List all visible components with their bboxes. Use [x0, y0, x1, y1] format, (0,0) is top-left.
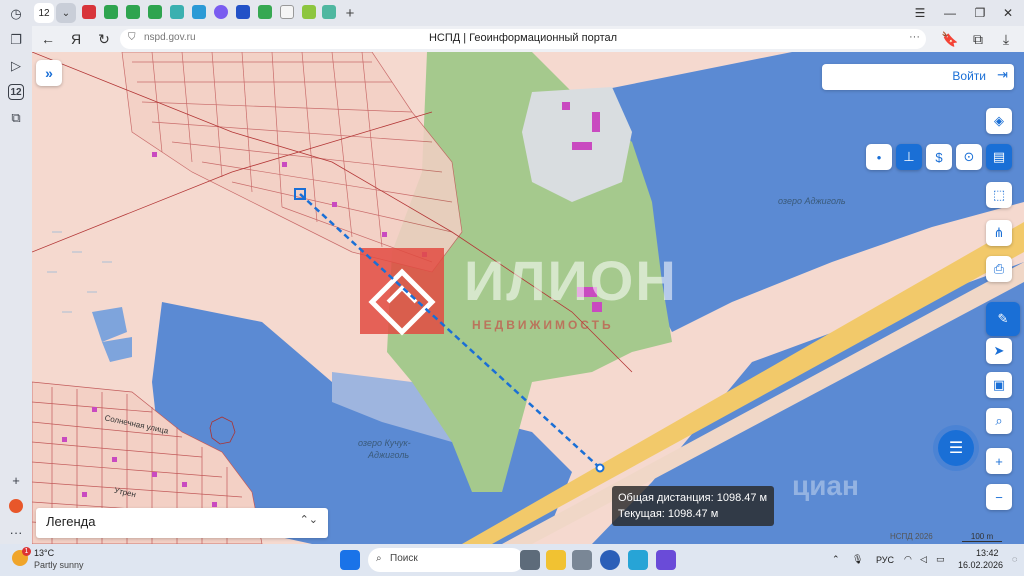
- play-icon[interactable]: ▷: [6, 56, 26, 76]
- search-location-icon[interactable]: ⌕: [986, 408, 1012, 434]
- tab-favicon[interactable]: [126, 5, 140, 19]
- tab-favicon[interactable]: [236, 5, 250, 19]
- login-label: Войти: [952, 69, 986, 83]
- tab-favicon[interactable]: [280, 5, 294, 19]
- profile-icon[interactable]: [6, 496, 26, 516]
- url-field[interactable]: ⛉ nspd.gov.ru НСПД | Геоинформационный п…: [120, 29, 926, 49]
- page-title: НСПД | Геоинформационный портал: [428, 32, 618, 44]
- screenshot-icon[interactable]: ⧉: [6, 108, 26, 128]
- tab-favicon[interactable]: [322, 5, 336, 19]
- print-icon[interactable]: ⎙: [986, 256, 1012, 282]
- screen: ◷ ❐ ▷ 12 ⧉ + ··· 12 ⌄ + ☰ — ❐ ✕ ← Я ↻ ⛉: [0, 0, 1024, 576]
- chat-icon[interactable]: ☰: [938, 430, 974, 466]
- area-measure-icon[interactable]: $: [926, 144, 952, 170]
- browser-sidebar: ◷ ❐ ▷ 12 ⧉ + ···: [0, 0, 32, 544]
- tab-count[interactable]: 12: [34, 3, 54, 23]
- distance-tooltip: Общая дистанция: 1098.47 м Текущая: 1098…: [612, 486, 774, 526]
- minimap-icon[interactable]: ▣: [986, 372, 1012, 398]
- tab-favicon[interactable]: [82, 5, 96, 19]
- more-icon[interactable]: ···: [6, 522, 26, 542]
- tab-favicon[interactable]: [192, 5, 206, 19]
- language-indicator[interactable]: РУС: [876, 555, 894, 565]
- mic-icon[interactable]: 🎙: [852, 554, 863, 565]
- lake-label: озеро Кучук-: [358, 438, 411, 448]
- ruler-icon[interactable]: ▤: [986, 144, 1012, 170]
- legend-dropdown[interactable]: Легенда ⌃⌄: [36, 508, 328, 538]
- lake-label: озеро Аджиголь: [778, 196, 846, 206]
- calculator-icon[interactable]: [572, 550, 592, 570]
- map-footer: НСПД 2026: [890, 532, 933, 541]
- weather-desc: Partly sunny: [34, 560, 84, 570]
- tab-favicon[interactable]: [302, 5, 316, 19]
- tab-list-chevron-icon[interactable]: ⌄: [56, 3, 76, 23]
- tabs-badge[interactable]: 12: [6, 82, 26, 102]
- search-label: Поиск: [390, 553, 418, 564]
- clock-date[interactable]: 16.02.2026: [958, 560, 1003, 570]
- extensions-icon[interactable]: ⧉: [968, 29, 988, 49]
- taskbar-search[interactable]: ⌕ Поиск: [368, 548, 524, 572]
- collections-icon[interactable]: ❐: [6, 30, 26, 50]
- line-measure-icon[interactable]: ⊥: [896, 144, 922, 170]
- weather-temp: 13°C: [34, 548, 55, 558]
- volume-icon[interactable]: ◁: [920, 554, 927, 565]
- point-tool-icon[interactable]: •: [866, 144, 892, 170]
- notifications-icon[interactable]: ◌: [1012, 554, 1017, 564]
- start-icon[interactable]: [340, 550, 360, 570]
- share-icon[interactable]: ⋔: [986, 220, 1012, 246]
- current-distance: Текущая: 1098.47 м: [618, 508, 719, 520]
- restore-button[interactable]: ❐: [968, 3, 992, 23]
- tab-favicon[interactable]: [104, 5, 118, 19]
- corner-watermark: циан: [792, 470, 859, 501]
- wifi-icon[interactable]: ◠: [904, 554, 912, 565]
- close-button[interactable]: ✕: [996, 3, 1020, 23]
- minimize-button[interactable]: —: [938, 3, 962, 23]
- menu-icon[interactable]: ☰: [908, 3, 932, 23]
- back-button[interactable]: ←: [38, 29, 58, 49]
- select-area-icon[interactable]: ⬚: [986, 182, 1012, 208]
- chevron-updown-icon: ⌃⌄: [299, 514, 318, 526]
- locate-icon[interactable]: ➤: [986, 338, 1012, 364]
- login-button[interactable]: Войти ⇥: [822, 64, 1014, 90]
- zoom-in-button[interactable]: +: [986, 448, 1012, 474]
- messenger-icon[interactable]: [656, 550, 676, 570]
- tab-favicon[interactable]: [148, 5, 162, 19]
- login-icon: ⇥: [997, 67, 1008, 82]
- yandex-browser-icon[interactable]: [600, 550, 620, 570]
- layers-icon[interactable]: ◈: [986, 108, 1012, 134]
- task-view-icon[interactable]: [520, 550, 540, 570]
- radius-measure-icon[interactable]: ⊙: [956, 144, 982, 170]
- watermark-text: ИЛИОН: [464, 249, 678, 312]
- history-icon[interactable]: ◷: [6, 4, 26, 24]
- tab-favicon[interactable]: [258, 5, 272, 19]
- reload-button[interactable]: ↻: [94, 29, 114, 49]
- yandex-icon[interactable]: Я: [66, 29, 86, 49]
- tray-chevron-icon[interactable]: ⌃: [832, 554, 840, 565]
- scale-bar: 100 m: [962, 532, 1002, 542]
- telegram-icon[interactable]: [628, 550, 648, 570]
- new-tab-button[interactable]: +: [340, 3, 360, 23]
- address-bar: ← Я ↻ ⛉ nspd.gov.ru НСПД | Геоинформацио…: [32, 26, 1024, 52]
- legend-label: Легенда: [46, 514, 96, 529]
- tab-strip: 12 ⌄ + ☰ — ❐ ✕: [32, 0, 1024, 26]
- lake-label: Аджиголь: [368, 450, 410, 460]
- total-distance: Общая дистанция: 1098.47 м: [618, 492, 768, 504]
- bookmark-icon[interactable]: 🔖: [940, 29, 960, 49]
- tab-favicon[interactable]: [170, 5, 184, 19]
- weather-badge: 1: [22, 547, 31, 556]
- watermark-subtext: НЕДВИЖИМОСТЬ: [472, 318, 614, 332]
- zoom-out-button[interactable]: −: [986, 484, 1012, 510]
- message-icon[interactable]: ✎: [986, 302, 1020, 336]
- download-icon[interactable]: ⤓: [996, 29, 1016, 49]
- add-panel-icon[interactable]: +: [6, 470, 26, 490]
- clock-time[interactable]: 13:42: [976, 548, 999, 558]
- tab-favicon[interactable]: [214, 5, 228, 19]
- search-icon: ⌕: [376, 553, 382, 564]
- taskbar: 1 13°C Partly sunny ⌕ Поиск ⌃ 🎙 РУС ◠ ◁ …: [0, 544, 1024, 576]
- map-canvas[interactable]: ИЛИОН НЕДВИЖИМОСТЬ озеро Аджиголь озеро …: [32, 52, 1024, 544]
- file-explorer-icon[interactable]: [546, 550, 566, 570]
- battery-icon[interactable]: ▭: [936, 554, 945, 565]
- expand-panel-button[interactable]: »: [36, 60, 62, 86]
- more-icon[interactable]: ···: [909, 31, 920, 43]
